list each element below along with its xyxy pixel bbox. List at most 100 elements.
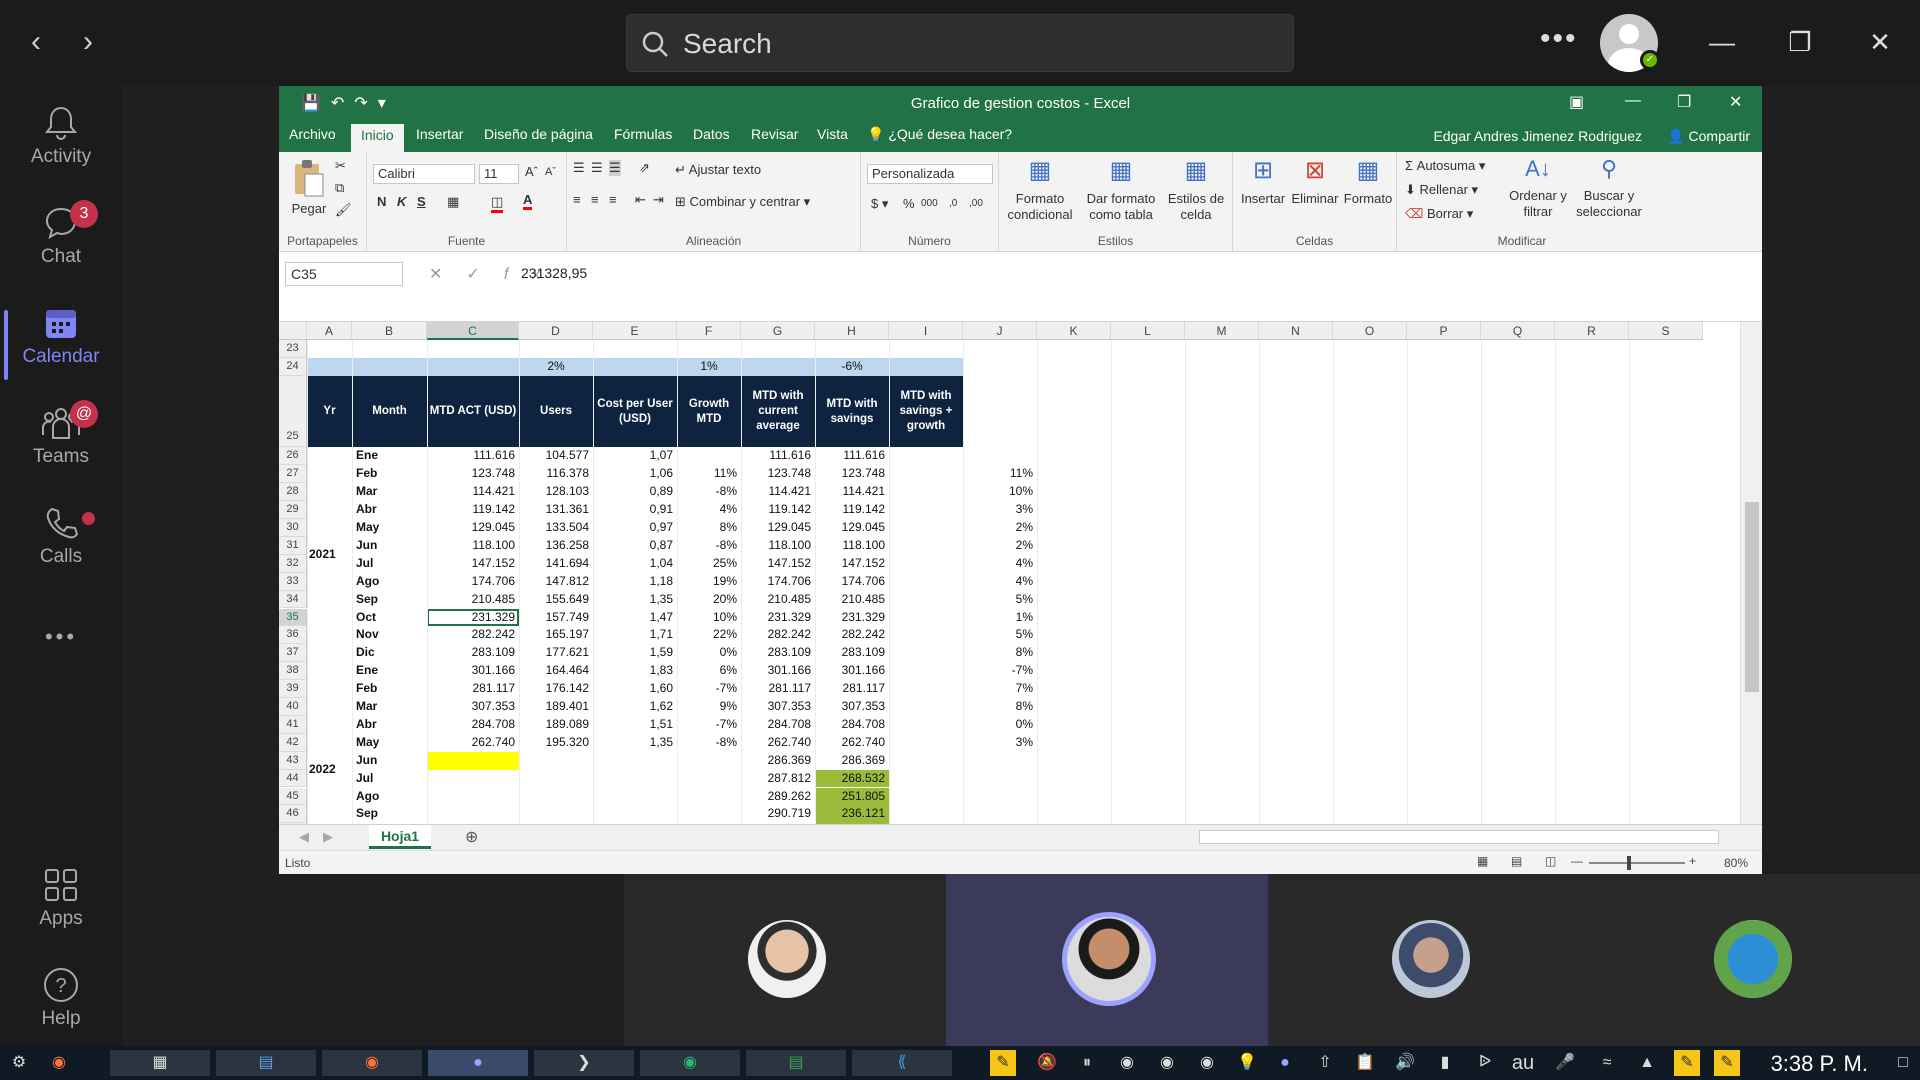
align-left-icon[interactable]: ≡ xyxy=(573,192,581,207)
restore-icon[interactable]: ❐ xyxy=(1778,20,1822,64)
zoom-level[interactable]: 80% xyxy=(1724,856,1748,870)
month-cell[interactable]: Jul xyxy=(356,555,427,573)
column-header-e[interactable]: E xyxy=(593,322,677,340)
data-cell-d[interactable]: 133.504 xyxy=(519,519,589,537)
participant-tile-4[interactable] xyxy=(1590,874,1920,1046)
column-header-f[interactable]: F xyxy=(677,322,741,340)
row-header-44[interactable]: 44 xyxy=(279,769,307,788)
wrap-text-button[interactable]: ↵ Ajustar texto xyxy=(675,162,761,178)
data-cell-e[interactable]: 0,87 xyxy=(593,537,673,555)
data-cell-j[interactable]: 2% xyxy=(963,519,1033,537)
data-cell-d[interactable] xyxy=(519,788,589,806)
microphone-icon[interactable]: 🎤 xyxy=(1552,1050,1578,1076)
data-cell-h[interactable]: 210.485 xyxy=(815,591,885,609)
row-header-25[interactable]: 25 xyxy=(279,375,307,448)
row-header-32[interactable]: 32 xyxy=(279,554,307,573)
data-cell-f[interactable]: 9% xyxy=(677,698,737,716)
data-cell-d[interactable]: 136.258 xyxy=(519,537,589,555)
data-cell-f[interactable]: 20% xyxy=(677,591,737,609)
column-title-f[interactable]: Growth MTD xyxy=(677,376,741,448)
data-cell-g[interactable]: 283.109 xyxy=(741,644,811,662)
column-header-j[interactable]: J xyxy=(963,322,1037,340)
column-header-a[interactable]: A xyxy=(307,322,352,340)
month-cell[interactable]: May xyxy=(356,734,427,752)
data-cell-g[interactable]: 147.152 xyxy=(741,555,811,573)
row-header-28[interactable]: 28 xyxy=(279,483,307,502)
data-cell-f[interactable] xyxy=(677,805,737,823)
tab-formulas[interactable]: Fórmulas xyxy=(614,126,672,142)
data-cell-g[interactable]: 287.812 xyxy=(741,770,811,788)
data-cell-f[interactable] xyxy=(677,447,737,465)
data-cell-d[interactable] xyxy=(519,770,589,788)
data-cell-c[interactable]: 262.740 xyxy=(427,734,515,752)
format-painter-icon[interactable]: 🖌 xyxy=(335,202,352,218)
show-desktop-icon[interactable]: □ xyxy=(1890,1050,1916,1076)
row-header-30[interactable]: 30 xyxy=(279,519,307,537)
search-box[interactable]: Search xyxy=(626,14,1294,72)
data-cell-h[interactable]: 118.100 xyxy=(815,537,886,555)
row-header-29[interactable]: 29 xyxy=(279,501,307,519)
data-cell-g[interactable]: 210.485 xyxy=(741,591,811,609)
clear-button[interactable]: ⌫ Borrar ▾ xyxy=(1405,206,1473,222)
column-header-l[interactable]: L xyxy=(1111,322,1185,340)
data-cell-g[interactable]: 123.748 xyxy=(741,465,811,483)
data-cell-h[interactable]: 236.121 xyxy=(815,805,885,823)
data-cell-c[interactable] xyxy=(427,770,515,788)
data-cell-e[interactable]: 1,60 xyxy=(593,680,673,698)
normal-view-icon[interactable]: ▦ xyxy=(1477,854,1488,868)
row-header-42[interactable]: 42 xyxy=(279,733,307,752)
column-header-c[interactable]: C xyxy=(427,322,519,340)
notifications-muted-icon[interactable]: 🔕 xyxy=(1034,1050,1060,1076)
data-cell-c[interactable]: 307.353 xyxy=(427,698,515,716)
data-cell-e[interactable]: 1,47 xyxy=(593,609,673,627)
data-cell-e[interactable]: 1,04 xyxy=(593,555,673,573)
data-cell-j[interactable] xyxy=(963,788,1033,806)
month-cell[interactable]: Sep xyxy=(356,591,427,609)
increase-indent-icon[interactable]: ⇥ xyxy=(653,192,664,208)
column-header-k[interactable]: K xyxy=(1037,322,1111,340)
data-cell-f[interactable] xyxy=(677,788,737,806)
data-cell-e[interactable] xyxy=(593,752,673,770)
data-cell-j[interactable] xyxy=(963,805,1033,823)
data-cell-j[interactable]: 8% xyxy=(963,698,1033,716)
month-cell[interactable]: Mar xyxy=(356,483,427,501)
data-cell-g[interactable]: 290.719 xyxy=(741,805,811,823)
data-cell-d[interactable]: 176.142 xyxy=(519,680,589,698)
data-cell-h[interactable]: 251.805 xyxy=(815,788,885,806)
assumption-pct-h[interactable]: -6% xyxy=(815,358,889,376)
vpn-tray-icon[interactable]: ◉ xyxy=(1154,1050,1180,1076)
data-cell-g[interactable]: 111.616 xyxy=(741,447,811,465)
row-header-24[interactable]: 24 xyxy=(279,357,307,376)
data-cell-g[interactable]: 301.166 xyxy=(741,662,811,680)
month-cell[interactable]: Ago xyxy=(356,573,427,591)
tell-me-search[interactable]: 💡 ¿Qué desea hacer? xyxy=(867,126,1012,143)
row-header-34[interactable]: 34 xyxy=(279,590,307,609)
taskbar-app-sheets-icon[interactable]: ▤ xyxy=(746,1050,846,1076)
volume-icon[interactable]: 🔊 xyxy=(1392,1050,1418,1076)
data-cell-g[interactable]: 129.045 xyxy=(741,519,811,537)
network-tray-icon[interactable]: ◉ xyxy=(1114,1050,1140,1076)
sheet-nav-prev-icon[interactable]: ◀ xyxy=(299,829,309,845)
data-cell-e[interactable]: 1,06 xyxy=(593,465,673,483)
currency-icon[interactable]: $ ▾ xyxy=(871,196,888,212)
taskbar-app-firefox-icon[interactable]: ◉ xyxy=(322,1050,422,1076)
decrease-decimal-icon[interactable]: ,00 xyxy=(969,198,983,209)
excel-minimize-icon[interactable]: — xyxy=(1625,92,1641,110)
font-name-select[interactable]: Calibri xyxy=(373,164,475,184)
rail-item-teams[interactable]: @ Teams xyxy=(0,400,122,490)
data-cell-j[interactable]: 10% xyxy=(963,483,1033,501)
data-cell-f[interactable]: 4% xyxy=(677,501,737,519)
data-cell-c[interactable]: 114.421 xyxy=(427,483,516,501)
add-sheet-icon[interactable]: ⊕ xyxy=(465,827,478,847)
month-cell[interactable]: Abr xyxy=(356,501,427,519)
tab-archivo[interactable]: Archivo xyxy=(289,126,336,142)
formula-input[interactable]: 231328,95 xyxy=(521,265,587,281)
data-cell-h[interactable]: 283.109 xyxy=(815,644,885,662)
column-title-h[interactable]: MTD with savings xyxy=(815,376,889,448)
page-layout-icon[interactable]: ▤ xyxy=(1511,854,1522,868)
data-cell-c[interactable]: 301.166 xyxy=(427,662,515,680)
data-cell-d[interactable] xyxy=(519,805,589,823)
row-header-35[interactable]: 35 xyxy=(279,608,307,627)
data-cell-c[interactable] xyxy=(427,752,515,770)
month-cell[interactable]: Oct xyxy=(356,609,427,627)
